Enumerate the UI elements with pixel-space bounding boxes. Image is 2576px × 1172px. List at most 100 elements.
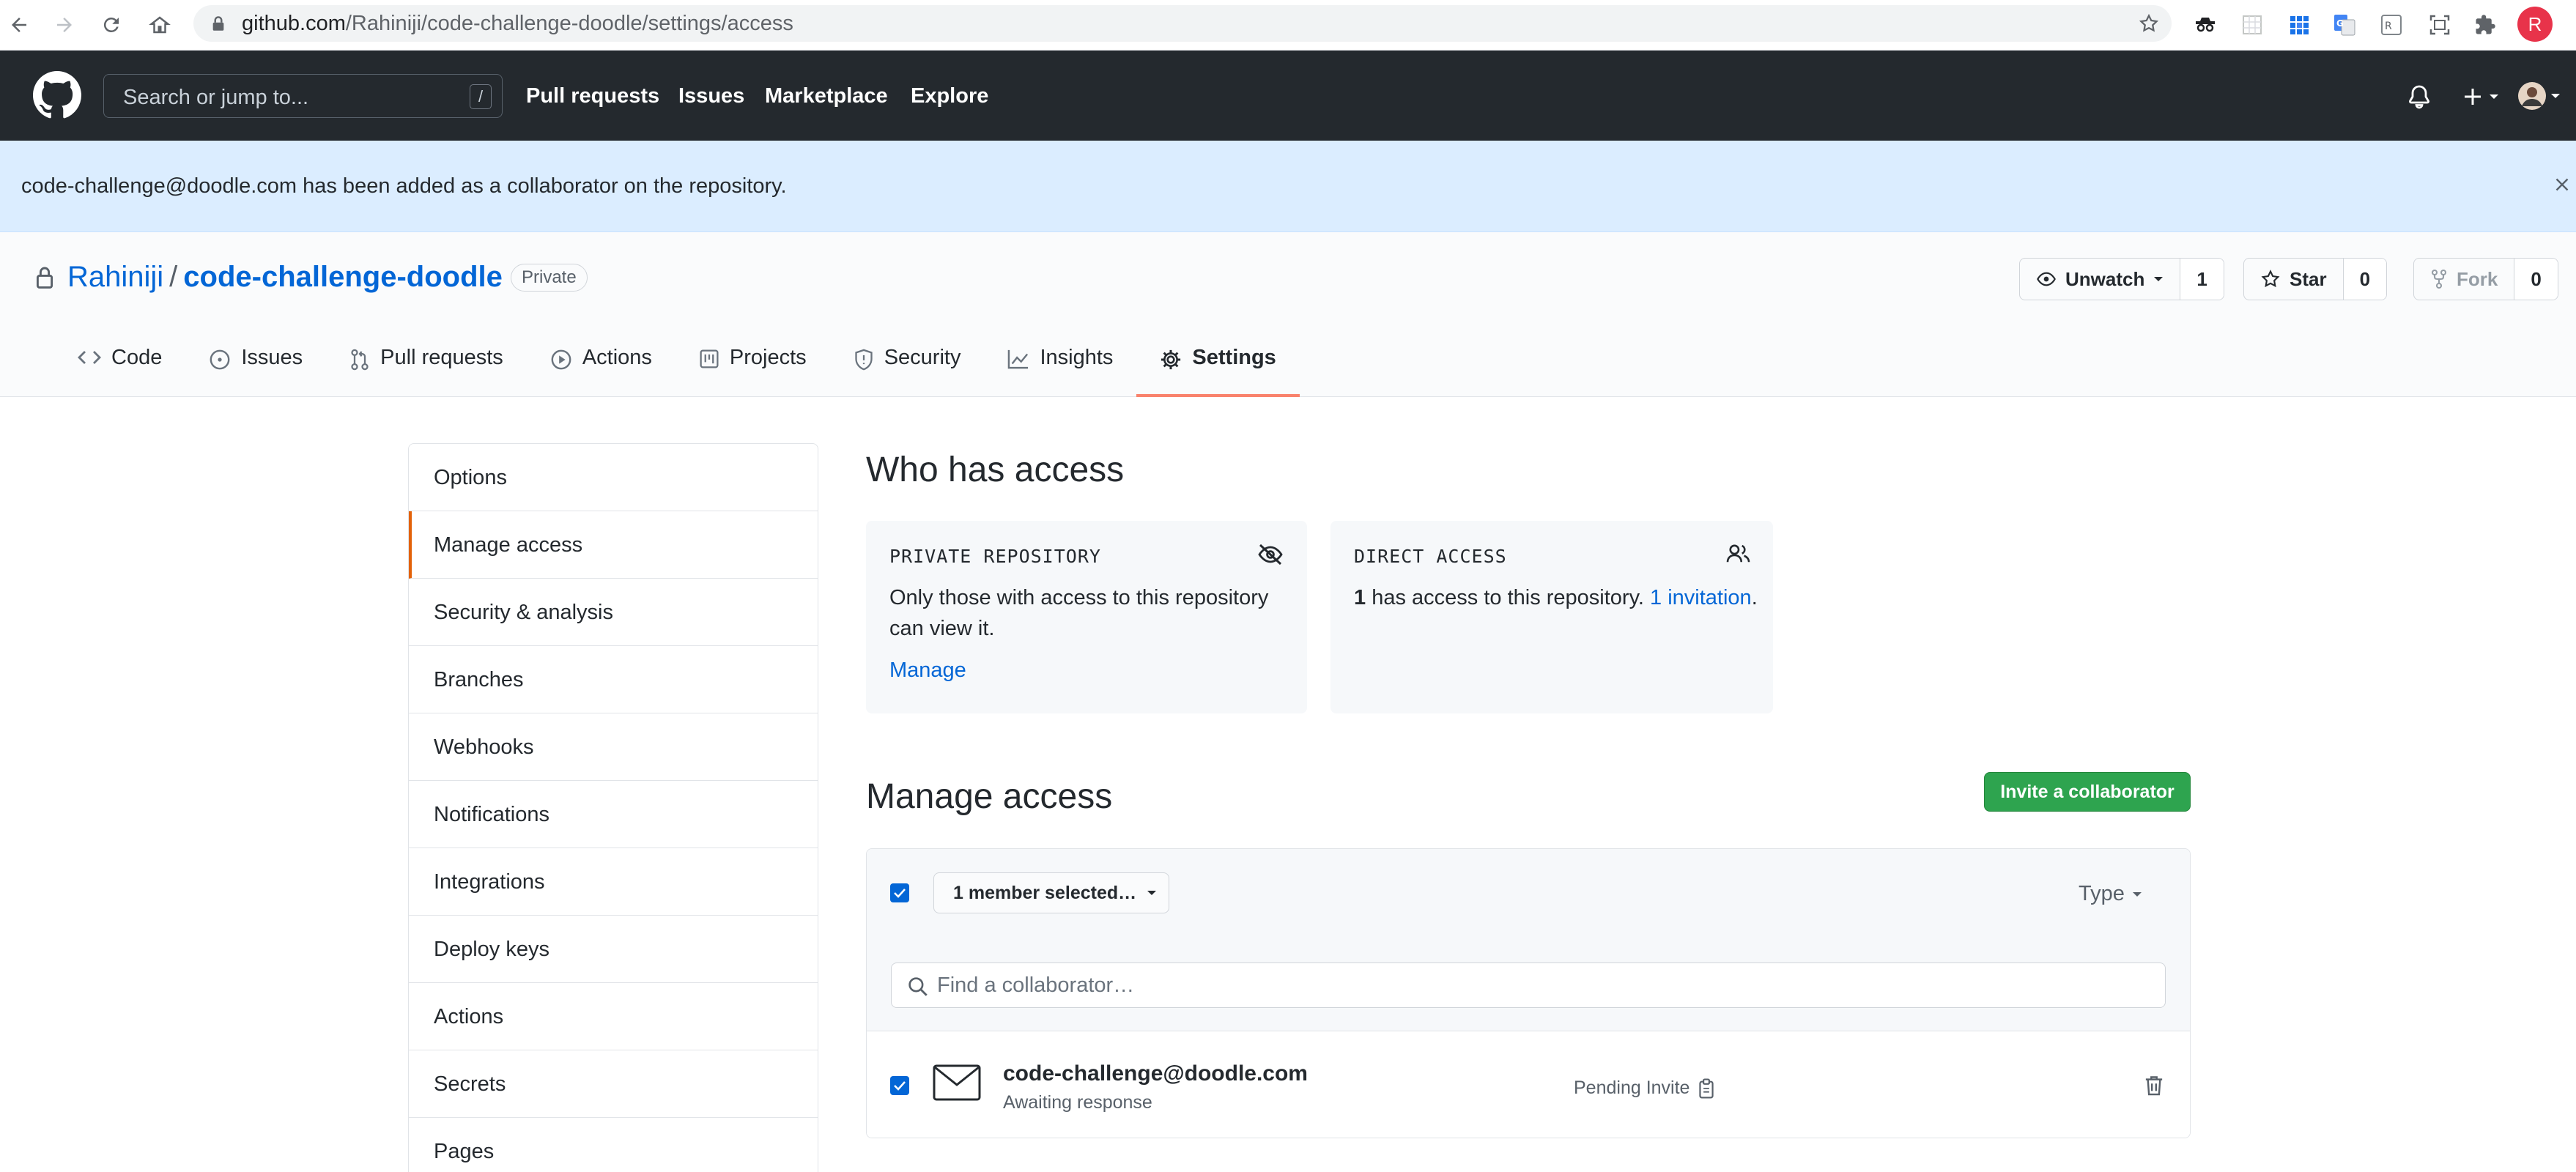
member-selected-label: 1 member selected… — [953, 882, 1137, 903]
search-shortcut-key: / — [470, 84, 492, 109]
graph-icon — [1008, 349, 1029, 369]
repo-owner-link[interactable]: Rahiniji — [67, 261, 163, 293]
tab-projects-label: Projects — [729, 346, 807, 369]
reload-icon — [103, 17, 119, 32]
tab-insights[interactable]: Insights — [984, 346, 1136, 397]
notifications-bell-icon[interactable] — [2407, 84, 2431, 109]
blue-grid-extension-icon[interactable] — [2286, 12, 2312, 38]
sidebar-item-notifications[interactable]: Notifications — [409, 781, 818, 848]
fork-count[interactable]: 0 — [2514, 259, 2558, 300]
url-host: github.com — [242, 12, 346, 35]
repository-title: Rahiniji / code-challenge-doodle — [67, 260, 503, 294]
sidebar-item-branches[interactable]: Branches — [409, 646, 818, 713]
eye-icon — [2037, 272, 2056, 286]
create-new-plus-icon[interactable] — [2463, 87, 2504, 106]
manage-visibility-link[interactable]: Manage — [889, 659, 966, 683]
tab-insights-label: Insights — [1040, 346, 1114, 369]
github-header: Search or jump to... / Pull requests Iss… — [0, 51, 2576, 141]
tab-issues[interactable]: Issues — [185, 346, 326, 397]
type-filter-dropdown[interactable]: Type — [2079, 882, 2142, 906]
back-button[interactable] — [3, 9, 35, 41]
translate-extension-icon[interactable]: G — [2331, 12, 2358, 38]
member-selected-dropdown[interactable]: 1 member selected… — [933, 872, 1169, 913]
sidebar-item-secrets[interactable]: Secrets — [409, 1050, 818, 1118]
table-row: code-challenge@doodle.com Awaiting respo… — [867, 1032, 2190, 1138]
incognito-extension-icon[interactable] — [2192, 12, 2218, 38]
reload-button[interactable] — [95, 9, 127, 41]
who-has-access-heading: Who has access — [866, 450, 1125, 489]
puzzle-extensions-icon[interactable] — [2472, 12, 2498, 38]
browser-profile-avatar[interactable]: R — [2517, 7, 2553, 42]
tab-pull-requests-label: Pull requests — [380, 346, 503, 369]
collaborator-checkbox[interactable] — [890, 1076, 909, 1095]
nav-pull-requests[interactable]: Pull requests — [526, 84, 659, 108]
invite-collaborator-button[interactable]: Invite a collaborator — [1984, 772, 2191, 812]
collaborator-email[interactable]: code-challenge@doodle.com — [1003, 1061, 1308, 1086]
github-logo-icon[interactable] — [33, 71, 81, 119]
eye-closed-icon — [1258, 544, 1283, 565]
sidebar-item-options[interactable]: Options — [409, 444, 818, 511]
sidebar-item-deploy-keys[interactable]: Deploy keys — [409, 916, 818, 983]
star-count[interactable]: 0 — [2342, 259, 2387, 300]
repo-name-link[interactable]: code-challenge-doodle — [183, 261, 503, 293]
collaborators-panel: 1 member selected… Type Find a collabora… — [866, 848, 2191, 1138]
tab-projects[interactable]: Projects — [676, 346, 830, 397]
tab-actions[interactable]: Actions — [527, 346, 676, 397]
repo-separator: / — [169, 261, 178, 293]
fork-button[interactable]: Fork — [2414, 259, 2514, 300]
trash-icon[interactable] — [2144, 1075, 2164, 1097]
forward-button[interactable] — [48, 9, 81, 41]
gear-icon — [1161, 349, 1181, 370]
tab-settings[interactable]: Settings — [1136, 346, 1300, 397]
repository-tabs: Code Issues Pull requests Actions Projec… — [54, 346, 1300, 397]
watch-button-group: Unwatch 1 — [2019, 258, 2224, 300]
search-input[interactable]: Search or jump to... / — [103, 74, 503, 118]
fork-button-group: Fork 0 — [2413, 258, 2558, 300]
direct-access-label: DIRECT ACCESS — [1354, 546, 1507, 567]
clipboard-icon[interactable] — [1698, 1078, 1714, 1099]
nav-issues[interactable]: Issues — [678, 84, 744, 108]
tab-security[interactable]: Security — [830, 346, 985, 397]
close-icon[interactable] — [2553, 176, 2571, 193]
mail-icon — [933, 1064, 981, 1101]
sidebar-item-pages[interactable]: Pages — [409, 1118, 818, 1172]
tab-pull-requests[interactable]: Pull requests — [326, 346, 527, 397]
project-icon — [700, 349, 719, 368]
sidebar-item-security-analysis[interactable]: Security & analysis — [409, 579, 818, 646]
star-button[interactable]: Star — [2244, 259, 2343, 300]
chevron-down-icon — [1147, 891, 1157, 895]
screenshot-extension-icon[interactable] — [2427, 12, 2453, 38]
direct-access-box: DIRECT ACCESS 1 has access to this repos… — [1330, 521, 1773, 713]
home-button[interactable] — [144, 9, 176, 41]
collaborators-toolbar: 1 member selected… Type Find a collabora… — [867, 849, 2190, 1031]
find-collaborator-input[interactable]: Find a collaborator… — [891, 963, 2166, 1008]
tab-actions-label: Actions — [582, 346, 652, 369]
sidebar-item-actions[interactable]: Actions — [409, 983, 818, 1050]
direct-access-text: 1 has access to this repository. 1 invit… — [1354, 582, 1764, 613]
flash-message: code-challenge@doodle.com has been added… — [21, 174, 787, 198]
nav-marketplace[interactable]: Marketplace — [765, 84, 888, 108]
sidebar-item-manage-access[interactable]: Manage access — [409, 511, 818, 579]
direct-access-phrase: has access to this repository. — [1366, 586, 1651, 609]
sidebar-item-webhooks[interactable]: Webhooks — [409, 713, 818, 781]
grid-extension-icon[interactable] — [2239, 12, 2265, 38]
people-icon — [1726, 544, 1750, 563]
sidebar-item-integrations[interactable]: Integrations — [409, 848, 818, 916]
address-bar[interactable]: github.com/Rahiniji/code-challenge-doodl… — [193, 5, 2172, 42]
unwatch-label: Unwatch — [2065, 267, 2145, 290]
unwatch-button[interactable]: Unwatch — [2020, 259, 2180, 300]
nav-explore[interactable]: Explore — [911, 84, 988, 108]
tab-code[interactable]: Code — [54, 346, 185, 397]
play-icon — [551, 349, 571, 370]
user-avatar-menu[interactable] — [2517, 81, 2566, 111]
visibility-badge: Private — [511, 264, 588, 292]
select-all-checkbox[interactable] — [890, 883, 909, 902]
private-repository-text: Only those with access to this repositor… — [889, 586, 1269, 640]
checkmark-icon — [894, 889, 906, 898]
reader-extension-icon[interactable]: R — [2378, 12, 2405, 38]
watch-count[interactable]: 1 — [2180, 259, 2224, 300]
svg-text:R: R — [2385, 21, 2392, 32]
invitation-link[interactable]: 1 invitation — [1650, 586, 1752, 609]
browser-toolbar: github.com/Rahiniji/code-challenge-doodl… — [0, 0, 2576, 51]
bookmark-star-icon[interactable] — [2138, 12, 2160, 34]
